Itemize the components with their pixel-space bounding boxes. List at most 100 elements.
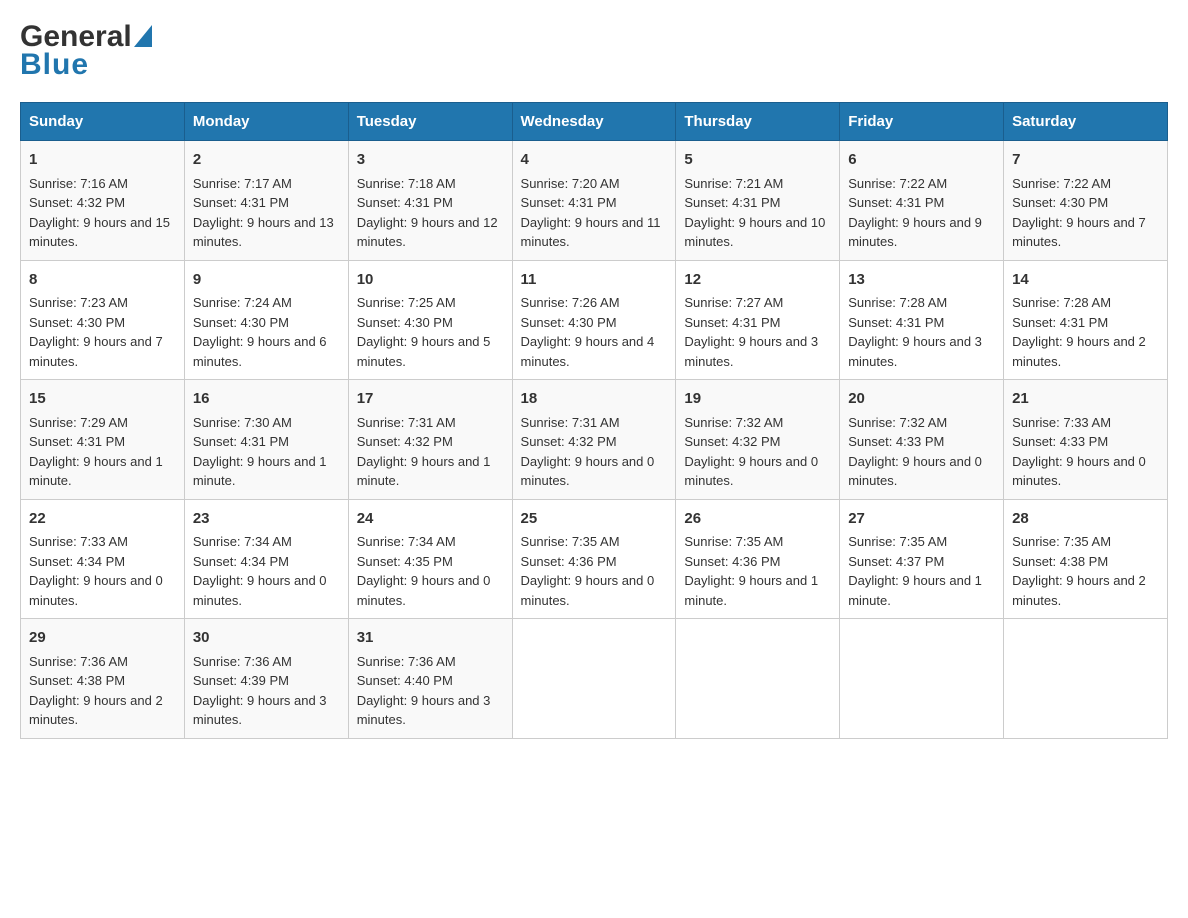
sunset-text: Sunset: 4:30 PM [521, 315, 617, 330]
day-number: 30 [193, 627, 340, 650]
daylight-text: Daylight: 9 hours and 9 minutes. [848, 215, 982, 250]
calendar-cell [1004, 619, 1168, 739]
sunrise-text: Sunrise: 7:17 AM [193, 176, 292, 191]
day-number: 15 [29, 388, 176, 411]
calendar-header-row: SundayMondayTuesdayWednesdayThursdayFrid… [21, 103, 1168, 141]
calendar-cell: 17Sunrise: 7:31 AMSunset: 4:32 PMDayligh… [348, 380, 512, 500]
sunrise-text: Sunrise: 7:25 AM [357, 295, 456, 310]
daylight-text: Daylight: 9 hours and 15 minutes. [29, 215, 170, 250]
sunrise-text: Sunrise: 7:36 AM [193, 654, 292, 669]
sunrise-text: Sunrise: 7:34 AM [193, 534, 292, 549]
daylight-text: Daylight: 9 hours and 5 minutes. [357, 334, 491, 369]
sunrise-text: Sunrise: 7:35 AM [848, 534, 947, 549]
sunset-text: Sunset: 4:35 PM [357, 554, 453, 569]
sunset-text: Sunset: 4:31 PM [684, 195, 780, 210]
sunrise-text: Sunrise: 7:31 AM [357, 415, 456, 430]
sunrise-text: Sunrise: 7:22 AM [848, 176, 947, 191]
sunset-text: Sunset: 4:31 PM [29, 434, 125, 449]
calendar-week-row: 15Sunrise: 7:29 AMSunset: 4:31 PMDayligh… [21, 380, 1168, 500]
day-number: 31 [357, 627, 504, 650]
daylight-text: Daylight: 9 hours and 2 minutes. [1012, 573, 1146, 608]
calendar-cell: 26Sunrise: 7:35 AMSunset: 4:36 PMDayligh… [676, 499, 840, 619]
calendar-cell: 31Sunrise: 7:36 AMSunset: 4:40 PMDayligh… [348, 619, 512, 739]
calendar-week-row: 29Sunrise: 7:36 AMSunset: 4:38 PMDayligh… [21, 619, 1168, 739]
day-number: 20 [848, 388, 995, 411]
col-header-sunday: Sunday [21, 103, 185, 141]
sunset-text: Sunset: 4:31 PM [521, 195, 617, 210]
sunset-text: Sunset: 4:31 PM [1012, 315, 1108, 330]
day-number: 11 [521, 269, 668, 292]
sunset-text: Sunset: 4:36 PM [684, 554, 780, 569]
daylight-text: Daylight: 9 hours and 0 minutes. [193, 573, 327, 608]
day-number: 26 [684, 508, 831, 531]
day-number: 18 [521, 388, 668, 411]
logo-triangle-icon [134, 25, 152, 52]
sunrise-text: Sunrise: 7:33 AM [29, 534, 128, 549]
sunset-text: Sunset: 4:30 PM [357, 315, 453, 330]
col-header-tuesday: Tuesday [348, 103, 512, 141]
sunset-text: Sunset: 4:34 PM [29, 554, 125, 569]
sunset-text: Sunset: 4:32 PM [521, 434, 617, 449]
day-number: 3 [357, 149, 504, 172]
day-number: 7 [1012, 149, 1159, 172]
calendar-cell: 22Sunrise: 7:33 AMSunset: 4:34 PMDayligh… [21, 499, 185, 619]
daylight-text: Daylight: 9 hours and 0 minutes. [29, 573, 163, 608]
calendar-cell: 4 Sunrise: 7:20 AM Sunset: 4:31 PM Daylight… [512, 141, 676, 261]
calendar-cell: 3 Sunrise: 7:18 AM Sunset: 4:31 PM Daylight… [348, 141, 512, 261]
daylight-text: Daylight: 9 hours and 0 minutes. [521, 454, 655, 489]
sunrise-text: Sunrise: 7:35 AM [1012, 534, 1111, 549]
day-number: 9 [193, 269, 340, 292]
calendar-cell: 27Sunrise: 7:35 AMSunset: 4:37 PMDayligh… [840, 499, 1004, 619]
daylight-text: Daylight: 9 hours and 0 minutes. [521, 573, 655, 608]
sunset-text: Sunset: 4:38 PM [1012, 554, 1108, 569]
sunrise-text: Sunrise: 7:18 AM [357, 176, 456, 191]
calendar-cell: 6Sunrise: 7:22 AMSunset: 4:31 PMDaylight… [840, 141, 1004, 261]
sunset-text: Sunset: 4:30 PM [1012, 195, 1108, 210]
sunset-text: Sunset: 4:39 PM [193, 673, 289, 688]
day-number: 23 [193, 508, 340, 531]
daylight-text: Daylight: 9 hours and 11 minutes. [521, 215, 661, 250]
logo-blue-text: Blue [20, 48, 89, 82]
sunset-text: Sunset: 4:32 PM [29, 195, 125, 210]
sunrise-text: Sunrise: 7:24 AM [193, 295, 292, 310]
daylight-text: Daylight: 9 hours and 0 minutes. [684, 454, 818, 489]
sunrise-text: Sunrise: 7:21 AM [684, 176, 783, 191]
sunset-text: Sunset: 4:36 PM [521, 554, 617, 569]
daylight-text: Daylight: 9 hours and 1 minute. [848, 573, 982, 608]
calendar-cell: 14Sunrise: 7:28 AMSunset: 4:31 PMDayligh… [1004, 260, 1168, 380]
sunrise-text: Sunrise: 7:27 AM [684, 295, 783, 310]
day-number: 17 [357, 388, 504, 411]
calendar-cell: 29Sunrise: 7:36 AMSunset: 4:38 PMDayligh… [21, 619, 185, 739]
daylight-text: Daylight: 9 hours and 3 minutes. [357, 693, 491, 728]
calendar-cell [512, 619, 676, 739]
sunset-text: Sunset: 4:30 PM [193, 315, 289, 330]
sunrise-text: Sunrise: 7:33 AM [1012, 415, 1111, 430]
sunset-text: Sunset: 4:33 PM [1012, 434, 1108, 449]
sunset-text: Sunset: 4:37 PM [848, 554, 944, 569]
daylight-text: Daylight: 9 hours and 1 minute. [357, 454, 491, 489]
daylight-text: Daylight: 9 hours and 12 minutes. [357, 215, 498, 250]
daylight-text: Daylight: 9 hours and 0 minutes. [357, 573, 491, 608]
daylight-text: Daylight: 9 hours and 1 minute. [29, 454, 163, 489]
day-number: 24 [357, 508, 504, 531]
day-number: 12 [684, 269, 831, 292]
sunset-text: Sunset: 4:31 PM [193, 195, 289, 210]
sunrise-text: Sunrise: 7:23 AM [29, 295, 128, 310]
sunrise-text: Sunrise: 7:28 AM [848, 295, 947, 310]
calendar-cell: 11Sunrise: 7:26 AMSunset: 4:30 PMDayligh… [512, 260, 676, 380]
day-number: 28 [1012, 508, 1159, 531]
sunset-text: Sunset: 4:31 PM [848, 195, 944, 210]
day-number: 4 [521, 149, 668, 172]
calendar-cell: 2Sunrise: 7:17 AMSunset: 4:31 PMDaylight… [184, 141, 348, 261]
calendar-cell: 7Sunrise: 7:22 AMSunset: 4:30 PMDaylight… [1004, 141, 1168, 261]
sunset-text: Sunset: 4:31 PM [357, 195, 453, 210]
day-number: 19 [684, 388, 831, 411]
day-number: 21 [1012, 388, 1159, 411]
day-number: 25 [521, 508, 668, 531]
day-number: 16 [193, 388, 340, 411]
sunrise-text: Sunrise: 7:31 AM [521, 415, 620, 430]
daylight-text: Daylight: 9 hours and 2 minutes. [29, 693, 163, 728]
calendar-cell: 19Sunrise: 7:32 AMSunset: 4:32 PMDayligh… [676, 380, 840, 500]
calendar-cell: 5Sunrise: 7:21 AMSunset: 4:31 PMDaylight… [676, 141, 840, 261]
sunrise-text: Sunrise: 7:20 AM [521, 176, 620, 191]
